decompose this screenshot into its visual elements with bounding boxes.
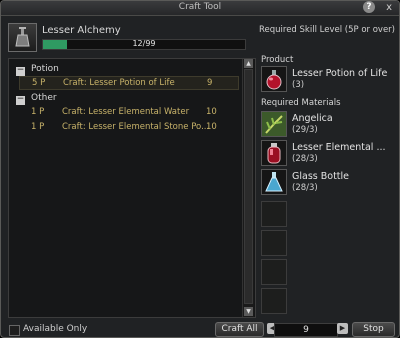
empty-material-slot <box>261 259 287 285</box>
material-name: Angelica <box>292 113 333 124</box>
empty-material-slot <box>261 201 287 227</box>
available-only-label: Available Only <box>23 324 88 334</box>
scroll-up-icon[interactable]: ▲ <box>244 59 253 68</box>
red-potion-icon[interactable] <box>261 66 287 92</box>
title-bar[interactable]: Craft Tool ? x <box>1 1 399 16</box>
red-vial-icon[interactable] <box>261 140 287 166</box>
material-count: (28/3) <box>292 154 318 164</box>
scroll-down-icon[interactable]: ▼ <box>244 307 253 316</box>
product-label: Product <box>261 55 294 65</box>
bottom-toolbar: Available Only Craft All ◀ 9 ▶ Stop <box>1 321 399 337</box>
herb-icon[interactable] <box>261 111 287 137</box>
recipe-level: 5 P <box>32 78 46 88</box>
collapse-toggle-icon[interactable]: − <box>16 95 25 105</box>
category-label: Other <box>31 93 57 103</box>
recipe-list-scrollbar[interactable]: ▲ ▼ <box>242 59 254 317</box>
material-count: (28/3) <box>292 183 318 193</box>
category-other[interactable]: − Other <box>16 93 57 105</box>
required-skill-level: Required Skill Level (5P or over) <box>259 25 395 35</box>
empty-material-slot <box>261 288 287 314</box>
recipe-list: − Potion 5 P Craft: Lesser Potion of Life… <box>8 58 256 318</box>
product-count: (3) <box>292 80 305 90</box>
material-count: (29/3) <box>292 125 318 135</box>
recipe-row-lesser-elemental-stone[interactable]: 1 P Craft: Lesser Elemental Stone Po... … <box>19 121 237 133</box>
recipe-row-lesser-elemental-water[interactable]: 1 P Craft: Lesser Elemental Water 10 <box>19 106 237 118</box>
window-title: Craft Tool <box>178 2 222 12</box>
product-name: Lesser Potion of Life <box>292 68 388 79</box>
recipe-count: 10 <box>206 107 217 117</box>
quantity-input[interactable]: 9 <box>274 323 338 337</box>
recipe-name: Lesser Alchemy <box>42 25 121 36</box>
recipe-title: Craft: Lesser Elemental Stone Po... <box>62 122 210 132</box>
available-only-checkbox[interactable] <box>9 325 20 336</box>
recipe-title: Craft: Lesser Elemental Water <box>62 107 190 117</box>
recipe-title: Craft: Lesser Potion of Life <box>63 78 175 88</box>
help-icon[interactable]: ? <box>363 1 375 13</box>
empty-material-slot <box>261 230 287 256</box>
recipe-row-lesser-potion-of-life[interactable]: 5 P Craft: Lesser Potion of Life 9 <box>19 76 239 90</box>
material-name: Lesser Elemental ... <box>292 142 386 153</box>
glass-bottle-icon[interactable] <box>261 169 287 195</box>
category-potion[interactable]: − Potion <box>16 64 59 76</box>
alchemy-flask-icon <box>8 23 37 52</box>
category-label: Potion <box>31 64 59 74</box>
scroll-thumb[interactable] <box>244 69 253 304</box>
recipe-level: 1 P <box>31 122 45 132</box>
close-icon[interactable]: x <box>386 1 392 14</box>
required-materials-label: Required Materials <box>261 98 341 108</box>
recipe-count: 9 <box>207 78 213 88</box>
increase-quantity-icon[interactable]: ▶ <box>337 323 348 334</box>
recipe-count: 10 <box>206 122 217 132</box>
skill-progress-bar: 12/99 <box>42 39 246 50</box>
stop-button[interactable]: Stop <box>352 322 395 337</box>
skill-progress-text: 12/99 <box>132 39 156 48</box>
collapse-toggle-icon[interactable]: − <box>16 66 25 76</box>
craft-tool-window: Craft Tool ? x Lesser Alchemy 12/99 Requ… <box>0 0 400 338</box>
materials-list: Angelica (29/3) Lesser Elemental ... (28… <box>259 108 391 316</box>
recipe-level: 1 P <box>31 107 45 117</box>
material-name: Glass Bottle <box>292 171 350 182</box>
craft-all-button[interactable]: Craft All <box>215 322 264 337</box>
